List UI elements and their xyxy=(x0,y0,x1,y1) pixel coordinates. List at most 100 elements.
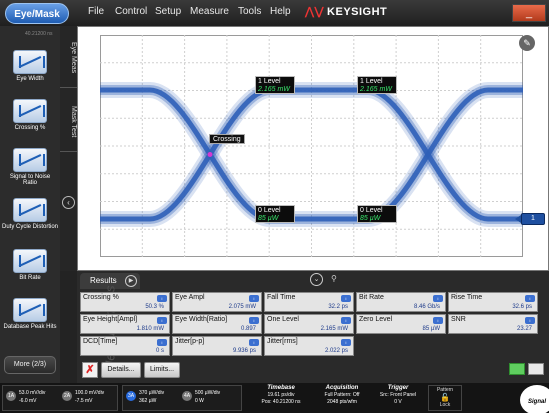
measurement-cell[interactable]: Eye Width[Ratio] 0.897 i xyxy=(172,314,262,334)
measurement-value: 2.075 mW xyxy=(228,304,256,310)
one-level-label-right: 1 Level 2.165 mW xyxy=(357,76,397,94)
measurement-info-icon[interactable]: i xyxy=(433,295,443,302)
channel-scale: 100.0 mV/div xyxy=(75,390,105,396)
measurement-info-icon[interactable]: i xyxy=(525,295,535,302)
menu-control[interactable]: Control xyxy=(115,6,147,17)
trigger-status[interactable]: Trigger Src: Front Panel 0 V xyxy=(372,385,424,405)
level-value: 2.165 mW xyxy=(360,86,392,93)
measurement-info-icon[interactable]: i xyxy=(341,317,351,324)
collapse-results-icon[interactable]: ⌄ xyxy=(310,273,323,286)
timebase-title: Timebase xyxy=(267,385,295,391)
measurement-info-icon[interactable]: i xyxy=(157,295,167,302)
channel-1A[interactable]: 1A 53.0 mV/div -6.0 mV xyxy=(6,387,64,409)
level-value: 85 µW xyxy=(360,215,381,222)
eye-mask-app-button[interactable]: Eye/Mask xyxy=(5,3,69,24)
channel-4A[interactable]: 4A 500 µW/div 0 W xyxy=(182,387,240,409)
measurement-name: Bit Rate xyxy=(359,294,384,301)
window-minimize-button[interactable]: _ xyxy=(512,4,546,22)
measurement-info-icon[interactable]: i xyxy=(433,317,443,324)
measurement-value: 2.165 mW xyxy=(320,326,348,332)
play-icon[interactable]: ▶ xyxy=(125,275,137,287)
measurement-name: Crossing % xyxy=(83,294,119,301)
measurement-value: 2.022 ps xyxy=(324,348,348,354)
measurement-cell[interactable]: Eye Ampl 2.075 mW i xyxy=(172,292,262,312)
measurement-info-icon[interactable]: i xyxy=(249,295,259,302)
channel-3A[interactable]: 3A 370 µW/div 362 µW xyxy=(126,387,184,409)
measurement-value: 1.810 mW xyxy=(136,326,164,332)
measurement-value: 0 s xyxy=(155,348,164,354)
measurement-cell[interactable]: Jitter[p-p] 9.936 ps i xyxy=(172,336,262,356)
tab-eye-meas[interactable]: Eye Meas xyxy=(60,28,77,88)
channel-badge: 2A xyxy=(62,391,72,401)
measurement-cell[interactable]: Rise Time 32.6 ps i xyxy=(448,292,538,312)
measurement-name: Eye Width[Ratio] xyxy=(175,316,228,323)
wrench-icon[interactable]: ✎ xyxy=(519,35,535,51)
one-level-label-left: 1 Level 2.165 mW xyxy=(255,76,295,94)
measurement-info-icon[interactable]: i xyxy=(341,295,351,302)
measurement-info-icon[interactable]: i xyxy=(157,317,167,324)
menu-file[interactable]: File xyxy=(88,6,104,17)
acquisition-title: Acquisition xyxy=(325,385,359,391)
menu-help[interactable]: Help xyxy=(270,6,291,17)
more-button[interactable]: More (2/3) xyxy=(4,356,56,374)
collapse-left-icon[interactable]: ‹ xyxy=(62,196,75,209)
measurement-name: One Level xyxy=(267,316,299,323)
clear-measurements-button[interactable]: ✗ xyxy=(82,362,98,378)
vertical-tabs: Eye Meas Mask Test xyxy=(60,26,77,271)
measurement-value: 23.27 xyxy=(516,326,532,332)
tool-label: Signal to Noise Ratio xyxy=(9,174,51,186)
measurement-info-icon[interactable]: i xyxy=(157,339,167,346)
results-view-b-icon[interactable] xyxy=(528,363,544,375)
channel-badge: 3A xyxy=(126,391,136,401)
details-button[interactable]: Details... xyxy=(101,362,141,378)
crossing-label: Crossing xyxy=(209,134,245,144)
pattern-lock[interactable]: Pattern 🔓 Lock xyxy=(428,385,462,411)
tool-crossing-percent[interactable]: Crossing % xyxy=(2,97,58,143)
waveform-display[interactable] xyxy=(77,26,549,271)
tool-duty-cycle[interactable]: Duty Cycle Distortion xyxy=(2,196,58,242)
tab-mask-test[interactable]: Mask Test xyxy=(60,92,77,152)
menu-tools[interactable]: Tools xyxy=(238,6,261,17)
measurement-cell[interactable]: Crossing % 50.3 % i xyxy=(80,292,170,312)
tool-snr[interactable]: Signal to Noise Ratio xyxy=(2,146,58,192)
channel-badge: 1A xyxy=(6,391,16,401)
database-peak-icon xyxy=(13,298,47,322)
pin-icon[interactable]: ⚲ xyxy=(331,274,337,283)
measurement-info-icon[interactable]: i xyxy=(249,317,259,324)
menu-setup[interactable]: Setup xyxy=(155,6,181,17)
tool-database-peak[interactable]: Database Peak Hits xyxy=(2,296,58,342)
measurement-cell[interactable]: Bit Rate 8.46 Gb/s i xyxy=(356,292,446,312)
level-title: 0 Level xyxy=(360,207,383,214)
tool-bit-rate[interactable]: Bit Rate xyxy=(2,247,58,293)
timebase-status[interactable]: Timebase 19.61 ps/div Pos: 40.21200 ns xyxy=(252,385,310,405)
acquisition-status[interactable]: Acquisition Full Pattern: Off 2048 pts/w… xyxy=(314,385,370,405)
results-view-a-icon[interactable] xyxy=(509,363,525,375)
limits-button[interactable]: Limits... xyxy=(144,362,180,378)
tool-eye-width[interactable]: Eye Width xyxy=(2,48,58,94)
measurement-info-icon[interactable]: i xyxy=(525,317,535,324)
level-value: 85 µW xyxy=(258,215,279,222)
measurement-cell[interactable]: One Level 2.165 mW i xyxy=(264,314,354,334)
pattern-lock-label: Lock xyxy=(439,402,451,408)
channel-offset: 362 µW xyxy=(139,398,157,404)
signal-button[interactable]: Signal xyxy=(520,385,549,413)
acquisition-pattern: Full Pattern: Off xyxy=(324,392,360,398)
measurement-cell[interactable]: Jitter[rms] 2.022 ps i xyxy=(264,336,354,356)
measurement-cell[interactable]: Zero Level 85 µW i xyxy=(356,314,446,334)
channel-level-marker[interactable]: 1 xyxy=(521,213,545,225)
trigger-source: Src: Front Panel xyxy=(379,392,417,398)
measurement-name: Zero Level xyxy=(359,316,393,323)
measurement-cell[interactable]: DCD[Time] 0 s i xyxy=(80,336,170,356)
measurement-value: 0.897 xyxy=(240,326,256,332)
channel-scale: 370 µW/div xyxy=(139,390,165,396)
bit-rate-icon xyxy=(13,249,47,273)
channel-2A[interactable]: 2A 100.0 mV/div -7.5 mV xyxy=(62,387,120,409)
menu-measure[interactable]: Measure xyxy=(190,6,229,17)
measurement-cell[interactable]: Fall Time 32.2 ps i xyxy=(264,292,354,312)
measurement-info-icon[interactable]: i xyxy=(341,339,351,346)
measurement-value: 50.3 % xyxy=(145,304,164,310)
measurement-info-icon[interactable]: i xyxy=(249,339,259,346)
measurement-cell[interactable]: Eye Height[Ampl] 1.810 mW i xyxy=(80,314,170,334)
measurement-cell[interactable]: SNR 23.27 i xyxy=(448,314,538,334)
keysight-wave-icon: ⋀⋁ xyxy=(305,6,325,18)
